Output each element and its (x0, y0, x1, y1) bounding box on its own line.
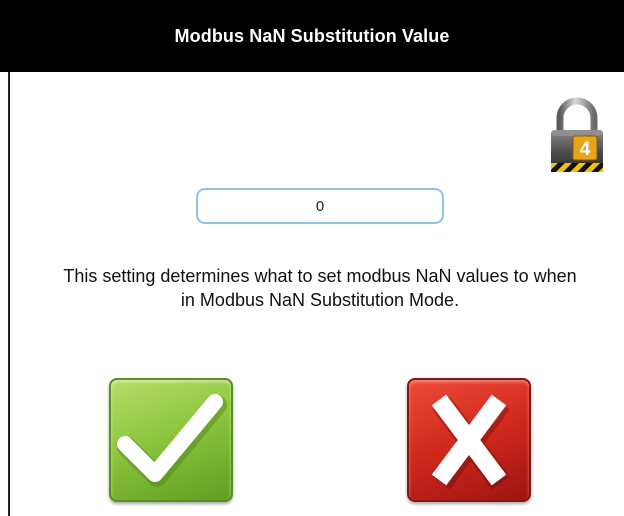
confirm-button[interactable] (109, 378, 233, 502)
cancel-button[interactable] (407, 378, 531, 502)
nan-value-input[interactable] (196, 188, 444, 224)
left-border (8, 72, 10, 516)
title-bar: Modbus NaN Substitution Value (0, 0, 624, 72)
setting-description: This setting determines what to set modb… (63, 266, 577, 310)
dialog-title: Modbus NaN Substitution Value (174, 25, 450, 46)
nan-substitution-dialog: Modbus NaN Substitution Value 4 0 This s… (0, 0, 624, 516)
x-icon (431, 394, 510, 490)
lock-icon: 4 (547, 96, 607, 176)
lock-level-label: 4 (580, 139, 591, 160)
checkmark-icon (117, 394, 227, 487)
